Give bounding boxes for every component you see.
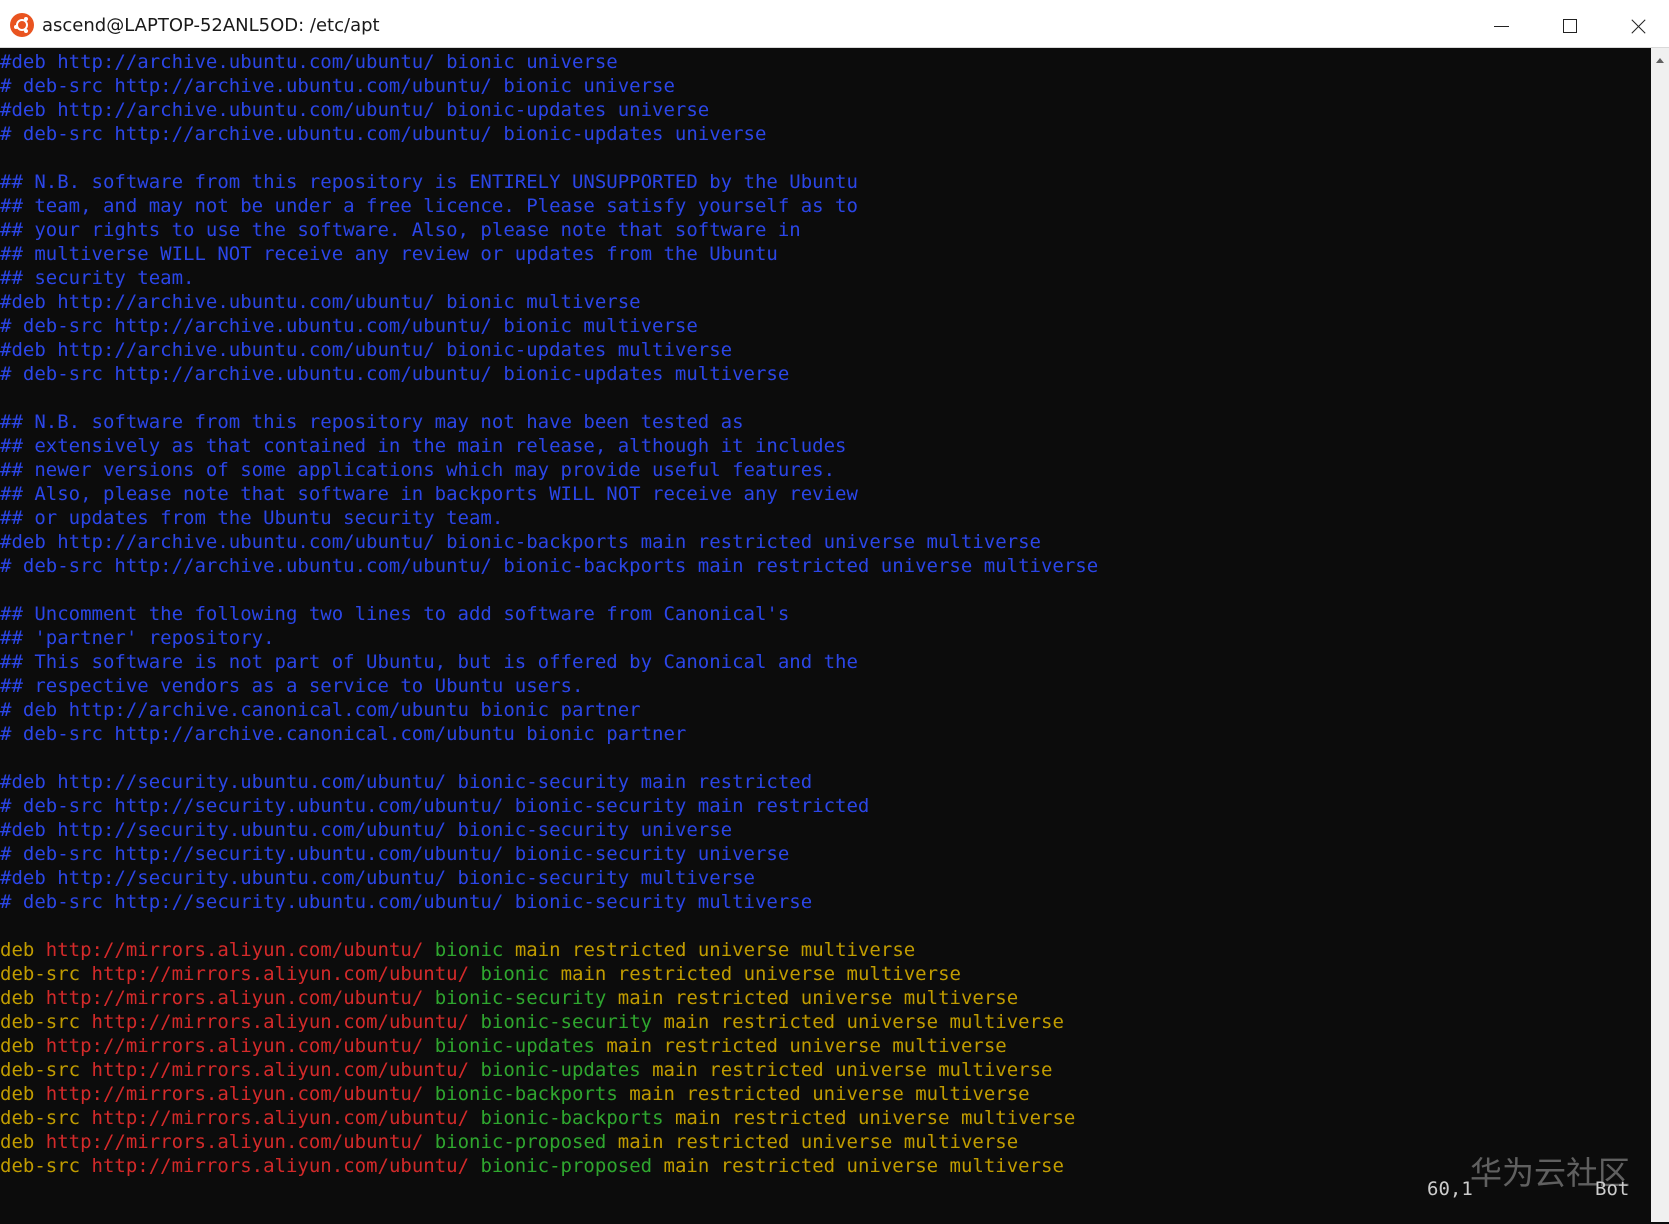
comment-line: # deb-src http://archive.ubuntu.com/ubun… [0, 315, 698, 337]
source-components: main restricted universe multiverse [629, 1083, 1030, 1105]
source-url: http://mirrors.aliyun.com/ubuntu/ [45, 987, 424, 1009]
source-line: deb http://mirrors.aliyun.com/ubuntu/ bi… [0, 1130, 1651, 1154]
comment-line: # deb-src http://archive.canonical.com/u… [0, 723, 687, 745]
source-components: main restricted universe multiverse [514, 939, 916, 961]
source-url: http://mirrors.aliyun.com/ubuntu/ [91, 963, 470, 985]
window-title: ascend@LAPTOP-52ANL5OD: /etc/apt [42, 15, 380, 36]
source-type: deb-src [0, 1155, 81, 1177]
source-url: http://mirrors.aliyun.com/ubuntu/ [45, 1083, 424, 1105]
comment-line: #deb http://security.ubuntu.com/ubuntu/ … [0, 819, 733, 841]
comment-line: # deb-src http://archive.ubuntu.com/ubun… [0, 363, 790, 385]
source-type: deb [0, 939, 35, 961]
source-dist: bionic-proposed [480, 1155, 653, 1177]
comment-line: ## your rights to use the software. Also… [0, 219, 801, 241]
source-dist: bionic-updates [434, 1035, 595, 1057]
source-components: main restricted universe multiverse [606, 1035, 1007, 1057]
comment-line: ## or updates from the Ubuntu security t… [0, 507, 504, 529]
terminal-buffer[interactable]: #deb http://archive.ubuntu.com/ubuntu/ b… [0, 48, 1651, 1224]
source-url: http://mirrors.aliyun.com/ubuntu/ [45, 1035, 424, 1057]
source-url: http://mirrors.aliyun.com/ubuntu/ [45, 1131, 424, 1153]
source-dist: bionic-security [434, 987, 607, 1009]
comment-line: # deb-src http://security.ubuntu.com/ubu… [0, 891, 813, 913]
maximize-icon[interactable] [1535, 0, 1603, 48]
comment-line: #deb http://security.ubuntu.com/ubuntu/ … [0, 771, 813, 793]
source-line: deb-src http://mirrors.aliyun.com/ubuntu… [0, 1154, 1651, 1178]
source-components: main restricted universe multiverse [617, 987, 1019, 1009]
source-components: main restricted universe multiverse [652, 1059, 1053, 1081]
source-components: main restricted universe multiverse [663, 1011, 1064, 1033]
comment-line: ## multiverse WILL NOT receive any revie… [0, 243, 778, 265]
source-dist: bionic [480, 963, 550, 985]
comment-line: ## N.B. software from this repository ma… [0, 411, 744, 433]
comment-line: #deb http://archive.ubuntu.com/ubuntu/ b… [0, 99, 710, 121]
comment-line: ## extensively as that contained in the … [0, 435, 847, 457]
source-line: deb http://mirrors.aliyun.com/ubuntu/ bi… [0, 1034, 1651, 1058]
source-line: deb-src http://mirrors.aliyun.com/ubuntu… [0, 962, 1651, 986]
comment-line: ## security team. [0, 267, 195, 289]
close-icon[interactable] [1603, 0, 1669, 48]
comment-line: ## 'partner' repository. [0, 627, 275, 649]
source-line: deb http://mirrors.aliyun.com/ubuntu/ bi… [0, 986, 1651, 1010]
comment-line: #deb http://security.ubuntu.com/ubuntu/ … [0, 867, 755, 889]
source-url: http://mirrors.aliyun.com/ubuntu/ [91, 1011, 470, 1033]
source-dist: bionic-proposed [434, 1131, 607, 1153]
comment-line: # deb-src http://archive.ubuntu.com/ubun… [0, 555, 1099, 577]
comment-line: #deb http://archive.ubuntu.com/ubuntu/ b… [0, 291, 641, 313]
comment-line: ## Also, please note that software in ba… [0, 483, 858, 505]
comment-line: #deb http://archive.ubuntu.com/ubuntu/ b… [0, 531, 1041, 553]
source-url: http://mirrors.aliyun.com/ubuntu/ [45, 939, 424, 961]
source-components: main restricted universe multiverse [617, 1131, 1019, 1153]
comment-line: # deb-src http://archive.ubuntu.com/ubun… [0, 123, 767, 145]
source-components: main restricted universe multiverse [674, 1107, 1076, 1129]
source-type: deb [0, 1131, 35, 1153]
source-type: deb-src [0, 1059, 81, 1081]
source-dist: bionic-backports [480, 1107, 664, 1129]
source-line: deb http://mirrors.aliyun.com/ubuntu/ bi… [0, 938, 1651, 962]
source-line: deb http://mirrors.aliyun.com/ubuntu/ bi… [0, 1082, 1651, 1106]
source-dist: bionic-backports [434, 1083, 618, 1105]
watermark: 华为云社区 [1470, 1154, 1631, 1192]
source-line: deb-src http://mirrors.aliyun.com/ubuntu… [0, 1058, 1651, 1082]
vertical-scrollbar[interactable] [1651, 48, 1669, 1222]
comment-line: ## N.B. software from this repository is… [0, 171, 858, 193]
source-type: deb [0, 1083, 35, 1105]
comment-line: # deb-src http://archive.ubuntu.com/ubun… [0, 75, 675, 97]
source-type: deb-src [0, 963, 81, 985]
source-dist: bionic-security [480, 1011, 653, 1033]
source-line: deb-src http://mirrors.aliyun.com/ubuntu… [0, 1010, 1651, 1034]
comment-line: ## team, and may not be under a free lic… [0, 195, 858, 217]
source-components: main restricted universe multiverse [663, 1155, 1064, 1177]
comment-line: #deb http://archive.ubuntu.com/ubuntu/ b… [0, 51, 618, 73]
source-type: deb [0, 987, 35, 1009]
comment-line: ## This software is not part of Ubuntu, … [0, 651, 858, 673]
comment-line: #deb http://archive.ubuntu.com/ubuntu/ b… [0, 339, 733, 361]
comment-line: # deb http://archive.canonical.com/ubunt… [0, 699, 641, 721]
source-type: deb [0, 1035, 35, 1057]
source-components: main restricted universe multiverse [560, 963, 961, 985]
minimize-icon[interactable] [1467, 0, 1535, 48]
comment-line: # deb-src http://security.ubuntu.com/ubu… [0, 795, 870, 817]
ubuntu-icon[interactable] [10, 13, 34, 37]
source-url: http://mirrors.aliyun.com/ubuntu/ [91, 1155, 470, 1177]
source-dist: bionic [434, 939, 504, 961]
comment-line: ## newer versions of some applications w… [0, 459, 836, 481]
source-type: deb-src [0, 1011, 81, 1033]
comment-line: # deb-src http://security.ubuntu.com/ubu… [0, 843, 790, 865]
comment-line: ## Uncomment the following two lines to … [0, 603, 790, 625]
title-bar[interactable]: ascend@LAPTOP-52ANL5OD: /etc/apt [0, 0, 1669, 48]
scroll-up-arrow-icon[interactable] [1656, 58, 1664, 63]
source-type: deb-src [0, 1107, 81, 1129]
source-url: http://mirrors.aliyun.com/ubuntu/ [91, 1107, 470, 1129]
source-dist: bionic-updates [480, 1059, 641, 1081]
cursor-position: 60,1 [1427, 1178, 1473, 1200]
source-url: http://mirrors.aliyun.com/ubuntu/ [91, 1059, 470, 1081]
terminal-window: ascend@LAPTOP-52ANL5OD: /etc/apt #deb ht… [0, 0, 1669, 1222]
source-line: deb-src http://mirrors.aliyun.com/ubuntu… [0, 1106, 1651, 1130]
comment-line: ## respective vendors as a service to Ub… [0, 675, 584, 697]
